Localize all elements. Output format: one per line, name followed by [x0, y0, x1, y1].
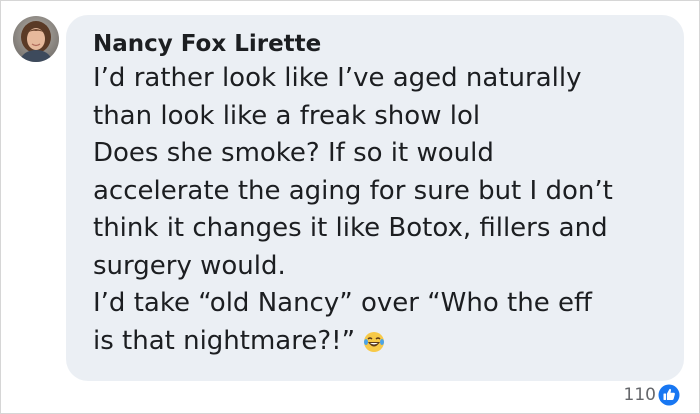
reaction-summary[interactable]: 110	[624, 382, 680, 408]
comment-line: accelerate the aging for sure but I don’…	[93, 175, 613, 206]
comment-line: I’d take “old Nancy” over “Who the eff	[93, 288, 592, 318]
comment-line: think it changes it like Botox, fillers …	[93, 213, 608, 243]
comment-body: I’d rather look like I’ve aged naturally…	[93, 60, 678, 360]
comment-line: I’d rather look like I’ve aged naturally	[93, 63, 582, 93]
comment-line: surgery would.	[93, 250, 286, 281]
author-avatar[interactable]	[13, 16, 59, 62]
author-name[interactable]: Nancy Fox Lirette	[93, 31, 321, 57]
comment-line-text: is that nightmare?!”	[93, 325, 356, 356]
like-thumbs-up-icon	[658, 384, 680, 406]
comment-line: than look like a freak show lol	[93, 100, 481, 131]
comment-line: Does she smoke? If so it would	[93, 138, 494, 168]
comment-line-last: is that nightmare?!”	[93, 323, 678, 361]
reaction-count[interactable]: 110	[624, 385, 656, 405]
laughing-tears-emoji-icon	[364, 331, 385, 352]
avatar-photo	[13, 16, 59, 62]
